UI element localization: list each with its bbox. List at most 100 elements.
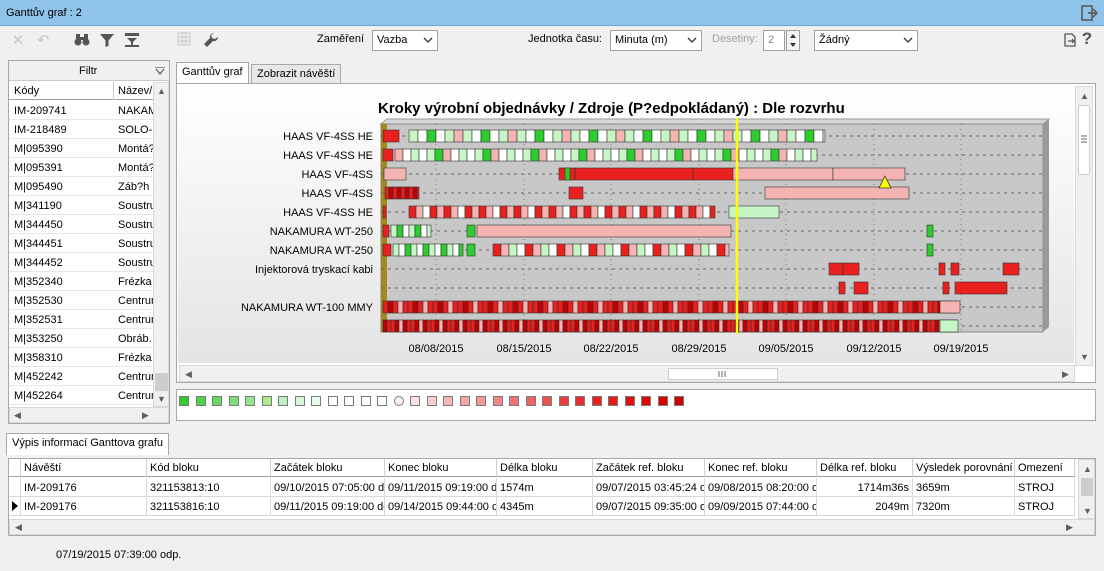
bar-block[interactable] (842, 300, 849, 314)
bar-block[interactable] (650, 148, 660, 162)
bar-block[interactable] (897, 300, 904, 314)
bar-block[interactable] (752, 300, 759, 314)
bar-block[interactable] (706, 148, 716, 162)
bar-block[interactable] (434, 319, 440, 333)
bar-block[interactable] (890, 319, 896, 333)
bar-block[interactable] (666, 148, 676, 162)
bar-block[interactable] (417, 129, 428, 143)
bar-block[interactable] (564, 167, 571, 181)
bar-block[interactable] (906, 319, 912, 333)
table-cell[interactable]: 4345m (497, 497, 593, 516)
col-kody[interactable]: Kódy (14, 85, 39, 97)
bar-block[interactable] (705, 129, 716, 143)
bar-block[interactable] (813, 129, 824, 143)
left-hscrollbar[interactable]: ◀ ▶ (9, 407, 169, 423)
bar-block[interactable] (767, 300, 774, 314)
bar-block[interactable] (738, 319, 744, 333)
bar-block[interactable] (437, 300, 444, 314)
bar-block[interactable] (597, 129, 608, 143)
bar-block[interactable] (554, 148, 564, 162)
bar-block[interactable] (696, 129, 707, 143)
bar-block[interactable] (598, 319, 604, 333)
bar-block[interactable] (557, 300, 564, 314)
bar-block[interactable] (644, 243, 654, 257)
bar-block[interactable] (830, 319, 836, 333)
bar-block[interactable] (524, 243, 534, 257)
table-cell[interactable]: 1574m (497, 478, 593, 497)
bar-block[interactable] (514, 148, 524, 162)
bar-block[interactable] (474, 319, 480, 333)
table-cell[interactable]: 09/09/2015 07:44:00 do (705, 497, 817, 516)
bar-block[interactable] (574, 319, 580, 333)
info-hscrollbar[interactable]: ◀ ▶ (9, 519, 1095, 535)
bar-block[interactable] (722, 148, 732, 162)
bar-block[interactable] (540, 243, 550, 257)
bar-block[interactable] (617, 300, 624, 314)
bar-block[interactable] (694, 319, 700, 333)
bar-block[interactable] (742, 300, 749, 314)
bar-block[interactable] (669, 129, 680, 143)
bar-block[interactable] (778, 319, 784, 333)
bar-block[interactable] (471, 205, 480, 219)
bar-block[interactable] (722, 300, 729, 314)
bar-block[interactable] (710, 319, 716, 333)
bar-block[interactable] (882, 319, 888, 333)
bar-block[interactable] (681, 205, 690, 219)
bar-block[interactable] (727, 300, 734, 314)
bar-block[interactable] (422, 243, 430, 257)
bar-block[interactable] (902, 300, 909, 314)
bar-block[interactable] (436, 205, 445, 219)
bar-block[interactable] (408, 129, 419, 143)
bar-block[interactable] (638, 319, 644, 333)
bar-block[interactable] (717, 300, 724, 314)
gantt-chart[interactable]: Kroky výrobní objednávky / Zdroje (P?edp… (177, 84, 1075, 364)
bar-block[interactable] (862, 319, 868, 333)
bar-block[interactable] (482, 300, 489, 314)
bar-block[interactable] (434, 148, 444, 162)
bar-block[interactable] (678, 129, 689, 143)
bar-block[interactable] (692, 300, 699, 314)
column-header[interactable]: Délka bloku (497, 459, 593, 477)
bar-block[interactable] (516, 243, 526, 257)
bar-block[interactable] (516, 129, 527, 143)
bar-block[interactable] (388, 186, 394, 200)
bar-block[interactable] (604, 205, 613, 219)
bar-block[interactable] (494, 319, 500, 333)
bar-block[interactable] (414, 319, 420, 333)
bar-block[interactable] (568, 186, 584, 200)
bar-block[interactable] (438, 319, 444, 333)
bar-block[interactable] (657, 300, 664, 314)
bar-block[interactable] (662, 300, 669, 314)
bar-block[interactable] (602, 148, 612, 162)
bar-block[interactable] (527, 300, 534, 314)
bar-block[interactable] (702, 319, 708, 333)
bar-block[interactable] (538, 148, 548, 162)
bar-block[interactable] (450, 319, 456, 333)
bar-block[interactable] (526, 319, 532, 333)
bar-block[interactable] (692, 167, 734, 181)
bar-block[interactable] (412, 186, 418, 200)
column-header[interactable]: Výsledek porovnání (913, 459, 1015, 477)
bar-block[interactable] (550, 319, 556, 333)
bar-block[interactable] (607, 300, 614, 314)
bar-block[interactable] (534, 205, 543, 219)
bar-block[interactable] (452, 300, 459, 314)
list-item[interactable]: IM-218489 SOLO- (9, 120, 153, 139)
bar-block[interactable] (518, 319, 524, 333)
bar-block[interactable] (660, 129, 671, 143)
list-item[interactable]: M|344451 Soustru (9, 234, 153, 253)
bar-block[interactable] (578, 319, 584, 333)
bar-block[interactable] (932, 300, 939, 314)
bar-block[interactable] (898, 319, 904, 333)
bar-block[interactable] (612, 243, 622, 257)
bar-block[interactable] (746, 319, 752, 333)
bar-block[interactable] (506, 148, 516, 162)
tab-vypis[interactable]: Výpis informací Ganttova grafu (6, 433, 170, 455)
bar-block[interactable] (667, 205, 676, 219)
bar-block[interactable] (482, 148, 492, 162)
bar-block[interactable] (586, 319, 592, 333)
bar-block[interactable] (930, 319, 936, 333)
bar-block[interactable] (822, 300, 829, 314)
bar-block[interactable] (577, 300, 584, 314)
list-item[interactable]: M|352531 Centrum (9, 310, 153, 329)
